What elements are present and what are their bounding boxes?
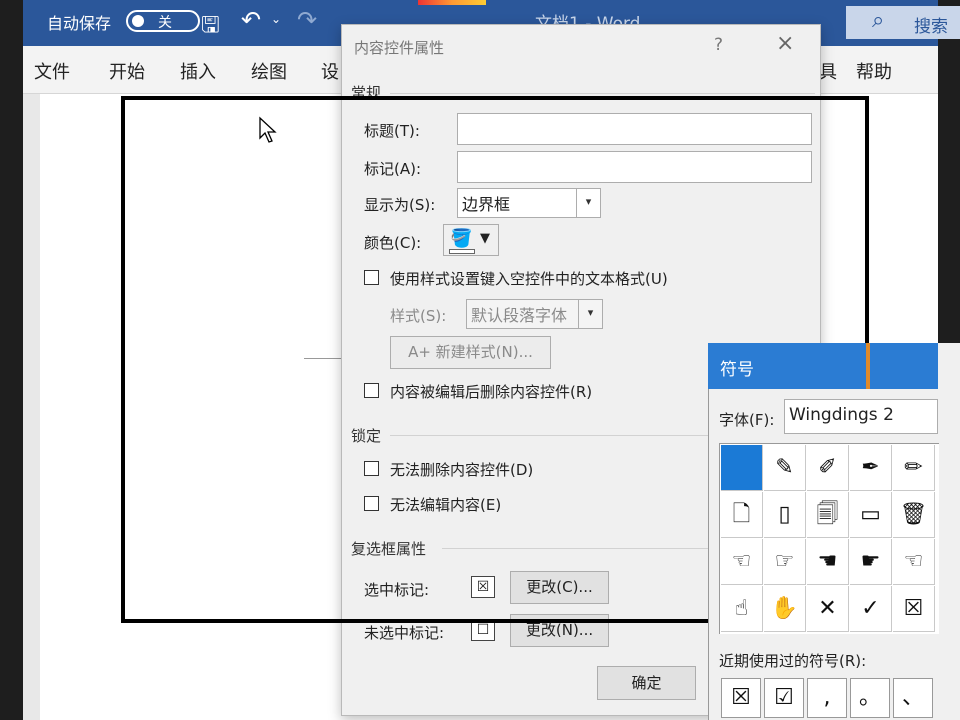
title-input[interactable] — [457, 113, 812, 145]
section-divider — [390, 93, 815, 94]
autosave-label: 自动保存 — [47, 14, 112, 33]
tab-insert[interactable]: 插入 — [180, 58, 216, 84]
symbol-cell[interactable]: ✏ — [893, 445, 935, 491]
show-as-label: 显示为(S): — [364, 196, 436, 214]
recent-symbols-label: 近期使用过的符号(R): — [719, 652, 867, 670]
lock-delete-checkbox[interactable] — [364, 461, 379, 476]
change-unchecked-button[interactable]: 更改(N)... — [510, 614, 609, 647]
color-picker-button[interactable]: 🪣 ▼ — [443, 224, 499, 256]
search-icon: ⌕ — [872, 8, 885, 33]
dialog-title: 内容控件属性 — [354, 39, 445, 57]
color-swatch — [449, 249, 475, 254]
symbol-cell[interactable]: ✋ — [764, 586, 806, 632]
color-label: 颜色(C): — [364, 234, 422, 252]
tag-label: 标记(A): — [364, 160, 422, 178]
change-checked-button[interactable]: 更改(C)... — [510, 571, 609, 604]
font-value: Wingdings 2 — [789, 405, 894, 425]
symbol-cell[interactable]: ☜ — [721, 539, 763, 585]
symbol-cell[interactable]: ☒ — [893, 586, 935, 632]
document-line — [304, 358, 344, 359]
unchecked-symbol-label: 未选中标记: — [364, 624, 445, 642]
symbol-cell[interactable]: ✕ — [807, 586, 849, 632]
new-style-button[interactable]: A+ 新建样式(N)... — [390, 336, 551, 369]
recent-symbol[interactable]: , — [807, 678, 847, 718]
symbol-cell[interactable]: ▭ — [850, 492, 892, 538]
symbol-cell[interactable]: ✎ — [764, 445, 806, 491]
recent-symbol[interactable]: 、 — [893, 678, 933, 718]
title-label: 标题(T): — [364, 122, 420, 140]
unchecked-symbol-preview: ☐ — [471, 619, 495, 641]
style-label: 样式(S): — [390, 307, 447, 325]
tag-input[interactable] — [457, 151, 812, 183]
checked-symbol-label: 选中标记: — [364, 581, 430, 599]
autosave-toggle[interactable]: 关 — [126, 10, 200, 32]
autosave-state: 关 — [158, 15, 172, 31]
lock-delete-label: 无法删除内容控件(D) — [390, 461, 534, 479]
font-label: 字体(F): — [719, 411, 775, 429]
mouse-cursor-icon — [259, 116, 277, 143]
tab-tools[interactable]: 具 — [819, 58, 837, 84]
symbol-cell[interactable]: 🗑 — [893, 492, 935, 538]
symbol-cell[interactable]: ☜ — [893, 539, 935, 585]
symbol-cell[interactable]: ☛ — [850, 539, 892, 585]
chevron-down-icon: ▾ — [578, 300, 602, 328]
recording-indicator — [418, 0, 486, 5]
close-button[interactable]: × — [776, 31, 794, 56]
recent-symbol[interactable]: ☑ — [764, 678, 804, 718]
symbol-cell[interactable]: ☝ — [721, 586, 763, 632]
style-select[interactable]: 默认段落字体 ▾ — [466, 299, 603, 329]
style-value: 默认段落字体 — [471, 306, 568, 325]
tab-home[interactable]: 开始 — [109, 58, 145, 84]
recent-symbol[interactable]: 。 — [850, 678, 890, 718]
checked-symbol-preview: ☒ — [471, 576, 495, 598]
show-as-select[interactable]: 边界框 ▾ — [457, 188, 601, 218]
tab-help[interactable]: 帮助 — [856, 58, 892, 84]
symbol-cell[interactable]: ✐ — [807, 445, 849, 491]
symbol-cell[interactable]: 🗋 — [721, 492, 763, 538]
use-style-label: 使用样式设置键入空控件中的文本格式(U) — [390, 270, 668, 288]
search-box[interactable]: ⌕ 搜索 — [846, 6, 960, 39]
paint-bucket-icon: 🪣 — [450, 228, 473, 249]
undo-dropdown-icon[interactable]: ⌄ — [271, 12, 281, 26]
symbol-cell[interactable]: ▯ — [764, 492, 806, 538]
redo-icon[interactable]: ↷ — [297, 6, 317, 34]
undo-icon[interactable]: ↶ — [241, 6, 261, 34]
dropdown-arrow-icon: ▼ — [480, 231, 490, 246]
ok-button[interactable]: 确定 — [597, 666, 696, 700]
search-placeholder: 搜索 — [914, 17, 948, 37]
show-as-value: 边界框 — [462, 195, 511, 214]
recent-symbol[interactable]: ☒ — [721, 678, 761, 718]
symbol-dialog-title: 符号 — [720, 360, 754, 380]
remove-control-label: 内容被编辑后删除内容控件(R) — [390, 383, 593, 401]
help-button[interactable]: ? — [714, 35, 723, 55]
symbol-dialog-title-bar: 符号 — [708, 343, 938, 389]
use-style-checkbox[interactable] — [364, 270, 379, 285]
save-icon[interactable]: 🖫 — [201, 8, 220, 46]
tab-design[interactable]: 设 — [321, 58, 339, 84]
symbol-cell[interactable] — [721, 445, 763, 491]
left-dark-strip — [0, 0, 23, 720]
checkbox-properties-heading: 复选框属性 — [351, 540, 427, 558]
remove-control-checkbox[interactable] — [364, 383, 379, 398]
tab-file[interactable]: 文件 — [34, 58, 70, 84]
symbol-cell[interactable]: ☞ — [764, 539, 806, 585]
lock-edit-label: 无法编辑内容(E) — [390, 496, 502, 514]
general-section-heading: 常规 — [351, 84, 382, 102]
toggle-knob — [132, 15, 144, 27]
tab-draw[interactable]: 绘图 — [251, 58, 287, 84]
symbol-cell[interactable]: ✓ — [850, 586, 892, 632]
title-bar-accent — [866, 343, 870, 389]
symbol-cell[interactable]: ☚ — [807, 539, 849, 585]
font-select[interactable]: Wingdings 2 — [784, 399, 938, 434]
symbol-cell[interactable]: 🗐 — [807, 492, 849, 538]
chevron-down-icon: ▾ — [576, 189, 600, 217]
symbol-cell[interactable]: ✒ — [850, 445, 892, 491]
lock-edit-checkbox[interactable] — [364, 496, 379, 511]
lock-section-heading: 锁定 — [351, 427, 382, 445]
